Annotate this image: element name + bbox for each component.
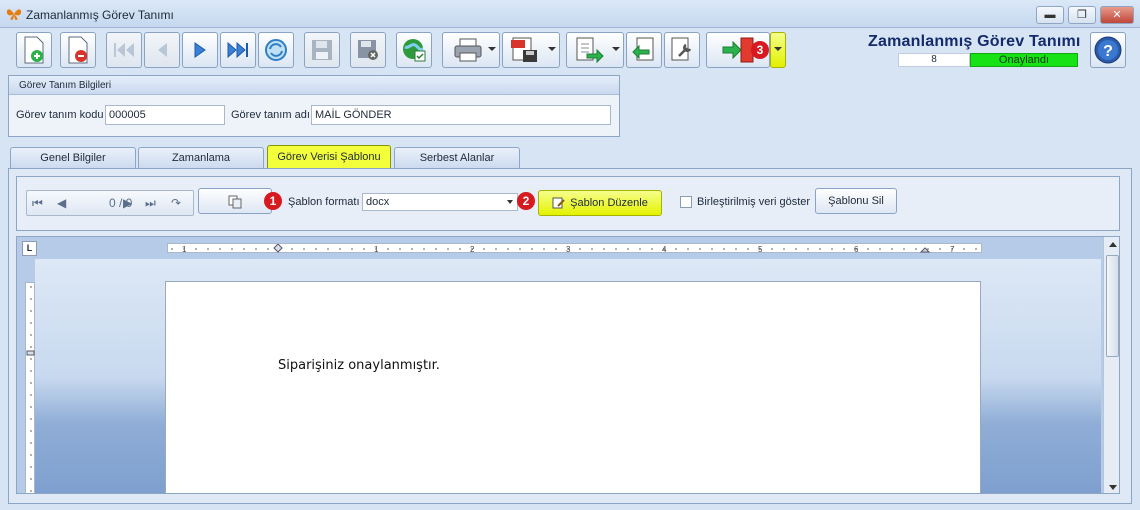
nav-last-icon[interactable]: ⏭ xyxy=(145,196,156,211)
merged-data-checkbox[interactable] xyxy=(680,196,692,208)
code-label: Görev tanım kodu xyxy=(16,109,104,121)
nav-first-icon[interactable]: ⏮ xyxy=(32,196,43,211)
first-record-button[interactable] xyxy=(106,32,142,68)
copy-template-button[interactable] xyxy=(198,188,272,214)
close-button[interactable]: ✕ xyxy=(1100,6,1134,24)
print-icon xyxy=(454,38,482,62)
step-badge-2: 2 xyxy=(517,192,535,210)
export-icon xyxy=(576,37,604,64)
tab-free-fields[interactable]: Serbest Alanlar xyxy=(394,147,520,168)
delete-button[interactable] xyxy=(60,32,96,68)
save-icon xyxy=(312,40,332,60)
ruler-number: 7 xyxy=(950,245,955,254)
status-badge: Onaylandı xyxy=(970,53,1078,67)
last-icon xyxy=(227,41,248,59)
tab-stop-selector[interactable]: L xyxy=(22,241,37,256)
edit-template-label: Şablon Düzenle xyxy=(570,197,648,209)
template-navigator: ⏮ ◀ 0 / 0 ▶ ⏭ ↷ xyxy=(26,190,194,216)
client-area: 3 Zamanlanmış Görev Tanımı 8 Onaylandı ?… xyxy=(0,28,1140,510)
delete-icon xyxy=(68,36,88,64)
step-badge-3: 3 xyxy=(751,41,769,59)
group-title: Görev Tanım Bilgileri xyxy=(9,76,619,95)
save-close-button[interactable] xyxy=(350,32,386,68)
ruler-number: 6 xyxy=(854,245,859,254)
document-content[interactable]: Siparişiniz onaylanmıştır. xyxy=(278,358,440,373)
edit-template-button[interactable]: Şablon Düzenle xyxy=(538,190,662,216)
tools-icon xyxy=(671,37,692,61)
exit-dropdown-button[interactable] xyxy=(770,32,786,68)
pdf-icon xyxy=(511,37,537,62)
maximize-button[interactable]: ❐ xyxy=(1068,6,1096,24)
ruler-number: 1 xyxy=(182,245,187,254)
ruler-number: 3 xyxy=(566,245,571,254)
prev-icon xyxy=(158,43,167,57)
template-format-select[interactable]: docx xyxy=(362,193,518,211)
code-field[interactable]: 000005 xyxy=(105,105,225,125)
nav-next-icon[interactable]: ▶ xyxy=(123,196,132,210)
refresh-button[interactable] xyxy=(258,32,294,68)
tab-scheduling[interactable]: Zamanlama xyxy=(138,147,264,168)
exit-button[interactable]: 3 xyxy=(706,32,770,68)
tab-data-template[interactable]: Görev Verisi Şablonu xyxy=(267,145,391,169)
import-button[interactable] xyxy=(626,32,662,68)
vertical-ruler[interactable] xyxy=(25,282,35,493)
prev-record-button[interactable] xyxy=(144,32,180,68)
help-button[interactable]: ? xyxy=(1090,32,1126,68)
title-bar: Zamanlanmış Görev Tanımı ▬ ❐ ✕ xyxy=(0,0,1140,28)
save-close-icon xyxy=(358,40,378,60)
tab-general[interactable]: Genel Bilgiler xyxy=(10,147,136,168)
ruler-number: 1 xyxy=(374,245,379,254)
delete-template-button[interactable]: Şablonu Sil xyxy=(815,188,897,214)
import-icon xyxy=(632,37,654,61)
refresh-icon xyxy=(265,39,287,61)
template-format-label: Şablon formatı xyxy=(288,196,360,208)
edit-template-icon xyxy=(552,197,565,209)
scroll-thumb[interactable] xyxy=(1106,255,1119,357)
web-button[interactable] xyxy=(396,32,432,68)
ruler-number: 2 xyxy=(470,245,475,254)
new-button[interactable] xyxy=(16,32,52,68)
scroll-down-icon[interactable] xyxy=(1109,485,1117,490)
minimize-button[interactable]: ▬ xyxy=(1036,6,1064,24)
task-info-group: Görev Tanım Bilgileri Görev tanım kodu 0… xyxy=(8,75,620,137)
copy-icon xyxy=(228,195,242,209)
butterfly-icon xyxy=(6,7,22,21)
record-count: 8 xyxy=(898,53,970,67)
save-button[interactable] xyxy=(304,32,340,68)
ruler-number: 5 xyxy=(758,245,763,254)
vertical-scrollbar[interactable] xyxy=(1103,237,1119,493)
pdf-button[interactable] xyxy=(502,32,560,68)
scroll-up-icon[interactable] xyxy=(1109,242,1117,247)
tools-button[interactable] xyxy=(664,32,700,68)
svg-text:?: ? xyxy=(1103,43,1113,60)
export-button[interactable] xyxy=(566,32,624,68)
horizontal-ruler[interactable]: 1 1 2 3 4 5 6 7 xyxy=(167,243,982,254)
print-button[interactable] xyxy=(442,32,500,68)
help-icon: ? xyxy=(1094,36,1122,64)
nav-prev-icon[interactable]: ◀ xyxy=(57,196,66,210)
step-badge-1: 1 xyxy=(264,192,282,210)
page-title: Zamanlanmış Görev Tanımı xyxy=(868,33,1081,50)
nav-redo-icon[interactable]: ↷ xyxy=(171,196,181,210)
template-format-value: docx xyxy=(366,196,390,208)
name-label: Görev tanım adı xyxy=(231,109,310,121)
ruler-number: 4 xyxy=(662,245,667,254)
next-record-button[interactable] xyxy=(182,32,218,68)
document-page[interactable]: Siparişiniz onaylanmıştır. xyxy=(165,281,981,493)
document-editor: L 1 1 2 3 4 5 6 7 Siparişiniz onaylanmıştır. xyxy=(16,236,1120,494)
first-icon xyxy=(114,43,134,57)
exit-icon xyxy=(722,37,754,63)
window-title: Zamanlanmış Görev Tanımı xyxy=(26,8,174,22)
merged-data-label: Birleştirilmiş veri göster xyxy=(697,196,811,208)
new-icon xyxy=(24,36,44,64)
last-record-button[interactable] xyxy=(220,32,256,68)
next-icon xyxy=(194,42,206,58)
name-field[interactable]: MAİL GÖNDER xyxy=(311,105,611,125)
web-icon xyxy=(403,39,426,62)
chevron-down-icon xyxy=(507,200,513,204)
